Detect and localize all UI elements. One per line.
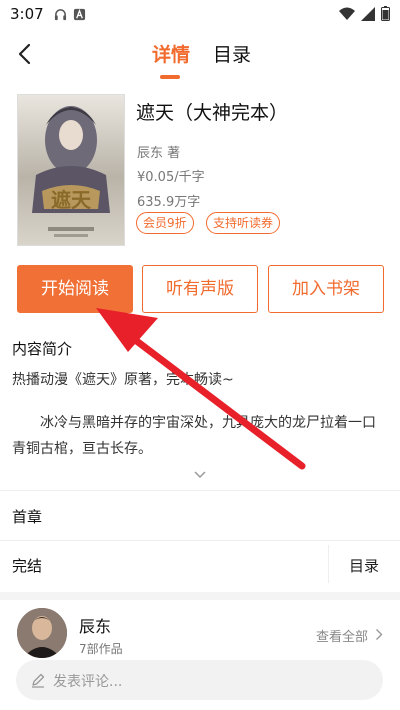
battery-icon: [381, 6, 390, 21]
book-word-count: 635.9万字: [137, 195, 201, 210]
svg-text:遮天: 遮天: [51, 188, 92, 212]
section-gap: [0, 592, 400, 600]
back-arrow-icon[interactable]: [12, 40, 40, 68]
comment-placeholder: 发表评论...: [53, 674, 123, 690]
divider: [0, 540, 400, 541]
status-bar: 3:07: [0, 0, 400, 28]
tab-active-indicator: [160, 75, 180, 79]
intro-heading: 内容简介: [12, 340, 73, 358]
view-all-link[interactable]: 查看全部: [316, 626, 368, 645]
tab-toc[interactable]: 目录: [213, 40, 251, 67]
book-cover[interactable]: 遮天: [17, 94, 125, 246]
tab-detail[interactable]: 详情: [152, 40, 190, 67]
chevron-down-icon[interactable]: [193, 470, 207, 480]
vertical-divider: [328, 545, 329, 583]
status-indicators: [339, 6, 390, 21]
start-reading-button[interactable]: 开始阅读: [17, 265, 133, 313]
intro-body: 冰冷与黑暗并存的宇宙深处，九具庞大的龙尸拉着一口青铜古棺，亘古长存。: [12, 415, 376, 457]
book-title: 遮天（大神完本）: [136, 102, 289, 124]
completion-status: 完结: [12, 557, 43, 575]
headset-icon: [54, 8, 66, 20]
vip-discount-badge: 会员9折: [136, 212, 194, 234]
audio-version-button[interactable]: 听有声版: [142, 265, 258, 313]
status-time: 3:07: [10, 5, 44, 23]
signal-icon: [361, 6, 375, 21]
book-price: ¥0.05/千字: [137, 170, 205, 185]
audio-voucher-badge: 支持听读券: [206, 212, 281, 234]
nav-bar: 详情 目录: [0, 28, 400, 84]
book-cover-illustration: 遮天: [18, 95, 124, 245]
intro-tagline: 热播动漫《遮天》原著，完本畅读~: [12, 372, 234, 388]
toc-link[interactable]: 目录: [349, 555, 379, 576]
add-to-shelf-button[interactable]: 加入书架: [268, 265, 384, 313]
comment-input[interactable]: 发表评论...: [16, 660, 383, 700]
author-name[interactable]: 辰东: [79, 613, 111, 637]
divider: [0, 490, 400, 491]
book-author[interactable]: 辰东 著: [137, 142, 180, 161]
notification-a-icon: [73, 8, 85, 20]
author-avatar[interactable]: [17, 608, 67, 658]
wifi-icon: [339, 7, 355, 20]
chevron-right-icon[interactable]: [375, 628, 383, 641]
author-works-count: 7部作品: [79, 642, 123, 656]
pen-icon: [32, 673, 45, 688]
author-photo: [17, 608, 67, 658]
first-chapter-row[interactable]: 首章: [12, 506, 42, 527]
